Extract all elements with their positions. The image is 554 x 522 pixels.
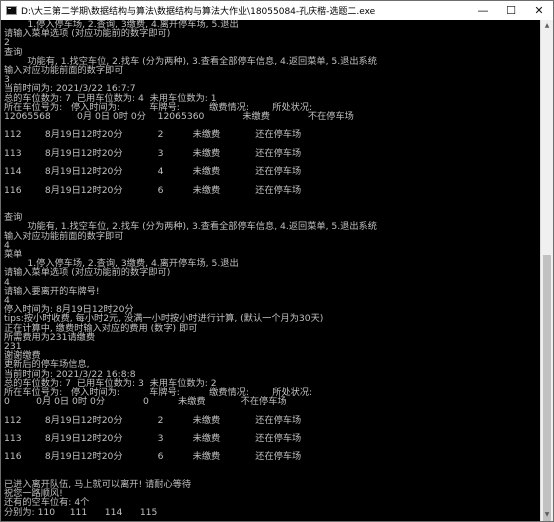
console-line: 12065568 0月 0日 0时 0分 12065360 未缴费 不在停车场 [4, 111, 354, 122]
console-line: 请输入要离开的车牌号! [4, 285, 100, 297]
console-line: 输入对应功能前面的数字即可 [4, 230, 124, 242]
minimize-button[interactable]: — [469, 1, 497, 20]
scroll-up-icon[interactable]: ▲ [541, 20, 553, 32]
console-line: 请输入菜单选项 (对应功能前的数字即可) [4, 267, 171, 279]
maximize-button[interactable]: ☐ [497, 1, 525, 20]
console-line: 114 8月19日12时20分 4 未缴费 还在停车场 [4, 166, 302, 178]
console-line: 116 8月19日12时20分 6 未缴费 还在停车场 [4, 184, 302, 196]
scroll-down-icon[interactable]: ▼ [541, 509, 553, 521]
scroll-thumb[interactable] [543, 255, 551, 521]
console-window: D:\大三第二学期\数据结构与算法\数据结构与算法大作业\18055084-孔庆… [0, 0, 554, 522]
console-line: 113 8月19日12时20分 3 未缴费 还在停车场 [4, 147, 302, 159]
console-line: 113 8月19日12时20分 3 未缴费 还在停车场 [4, 433, 302, 444]
console-line: 0 0月 0日 0时 0分 0 未缴费 不在停车场 [4, 396, 287, 408]
console-line: 请输入菜单选项 (对应功能前的数字即可) [4, 28, 171, 40]
console-line: 112 8月19日12时20分 2 未缴费 还在停车场 [4, 129, 302, 141]
vertical-scrollbar[interactable]: ▲ ▼ [540, 20, 553, 521]
close-button[interactable]: ✕ [525, 1, 553, 20]
console-app-icon [6, 6, 17, 15]
window-title: D:\大三第二学期\数据结构与算法\数据结构与算法大作业\18055084-孔庆… [21, 7, 376, 17]
console-line: 输入对应功能前面的数字即可 [4, 65, 124, 76]
title-bar[interactable]: D:\大三第二学期\数据结构与算法\数据结构与算法大作业\18055084-孔庆… [1, 1, 553, 20]
console-line: 112 8月19日12时20分 2 未缴费 还在停车场 [4, 414, 302, 426]
console-line: 分别为: 110 111 114 115 [4, 506, 158, 518]
console-output[interactable]: 1.停入停车场, 2.查询, 3缴费, 4.离开停车场, 5.退出 请输入菜单选项… [1, 20, 541, 521]
console-line: 116 8月19日12时20分 6 未缴费 还在停车场 [4, 451, 302, 463]
